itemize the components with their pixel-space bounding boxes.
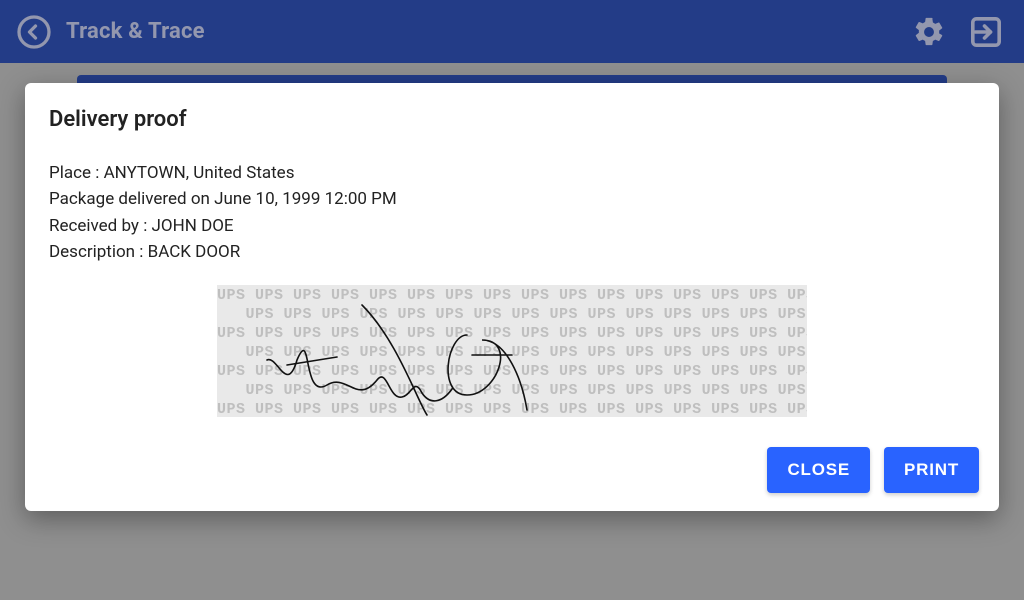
- dialog-title: Delivery proof: [49, 107, 999, 132]
- place-line: Place : ANYTOWN, United States: [49, 160, 975, 186]
- close-button[interactable]: CLOSE: [767, 447, 870, 493]
- received-value: JOHN DOE: [152, 216, 234, 236]
- delivery-details: Place : ANYTOWN, United States Package d…: [49, 160, 975, 265]
- place-label: Place :: [49, 163, 104, 183]
- print-button[interactable]: PRINT: [884, 447, 979, 493]
- signature-stroke: [217, 285, 807, 417]
- dialog-content: Place : ANYTOWN, United States Package d…: [25, 160, 999, 447]
- delivered-line: Package delivered on June 10, 1999 12:00…: [49, 186, 975, 212]
- description-label: Description :: [49, 242, 148, 262]
- signature-image: UPS UPS UPS UPS UPS UPS UPS UPS UPS UPS …: [217, 285, 807, 417]
- delivery-proof-dialog: Delivery proof Place : ANYTOWN, United S…: [25, 83, 999, 511]
- delivered-label: Package delivered on: [49, 189, 214, 209]
- description-line: Description : BACK DOOR: [49, 239, 975, 265]
- dialog-actions: CLOSE PRINT: [25, 447, 999, 493]
- received-line: Received by : JOHN DOE: [49, 213, 975, 239]
- place-value: ANYTOWN, United States: [104, 163, 295, 183]
- description-value: BACK DOOR: [148, 242, 241, 262]
- received-label: Received by :: [49, 216, 152, 236]
- delivered-value: June 10, 1999 12:00 PM: [214, 189, 397, 209]
